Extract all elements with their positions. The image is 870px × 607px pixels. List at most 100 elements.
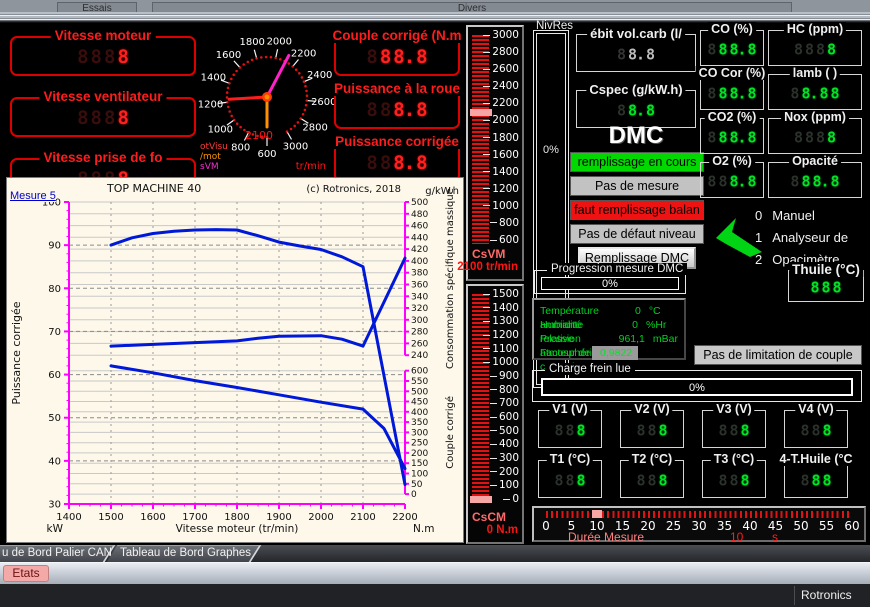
scale2-tick-label: 200 (490, 466, 519, 478)
display-gas-1: HC (ppm)8888 (768, 30, 862, 66)
etats-button[interactable]: Etats (3, 565, 49, 582)
display-v4-label: V4 (V) (795, 402, 836, 416)
display-t2: T2 (°C)888 (620, 460, 684, 498)
ambient-row-1: Humidité relative0%Hr (540, 318, 678, 332)
display-thuile: Thuile (°C)888 (788, 270, 864, 302)
progression-bar: 0% (541, 277, 679, 290)
svg-text:200: 200 (411, 449, 428, 459)
display-t1-label: T1 (°C) (547, 452, 593, 466)
tachometer-gauge: 6008001000120014001600180020002200240026… (196, 25, 338, 177)
duration-tick-label: 25 (666, 519, 681, 533)
svg-text:460: 460 (411, 222, 428, 232)
duration-tick-label: 30 (691, 519, 706, 533)
svg-text:250: 250 (411, 439, 428, 449)
display-gas-7-label: Opacité (789, 154, 841, 168)
display-gas-3: lamb ( )88.88 (768, 74, 862, 110)
display-debit-label: ébit vol.carb (l/ (587, 26, 685, 41)
svg-text:1500: 1500 (98, 512, 123, 523)
duration-tick-label: 40 (742, 519, 757, 533)
display-v2-label: V2 (V) (631, 402, 672, 416)
display-gas-5-label: Nox (ppm) (781, 110, 849, 124)
svg-text:Consommation spécifique massiq: Consommation spécifique massique (444, 188, 456, 369)
power-curve-chart: Mesure 5 3040506070809010014001500160017… (6, 177, 464, 543)
bottom-tab-bar: u de Bord Palier CAN Tableau de Bord Gra… (0, 545, 870, 562)
svg-text:260: 260 (411, 339, 428, 349)
display-gas-1-digits: 8888 (793, 40, 837, 58)
scale2-tick-label: 1300 (483, 315, 519, 327)
svg-text:1200: 1200 (198, 99, 223, 110)
svg-text:80: 80 (48, 284, 61, 295)
svg-text:400: 400 (411, 408, 428, 418)
duration-tick-label: 50 (793, 519, 808, 533)
svg-text:100: 100 (411, 470, 428, 480)
display-right-0: Couple corrigé (N.m888.8 (334, 36, 460, 76)
scale1-tick-label: 800 (490, 217, 519, 229)
display-v2-digits: 888 (635, 421, 668, 439)
svg-text:2200: 2200 (392, 512, 417, 523)
scale1-tick-label: 1000 (483, 200, 519, 212)
scale2-tick-label: 800 (490, 384, 519, 396)
duration-tick-label: 60 (844, 519, 859, 533)
display-gas-4-digits: 888.8 (706, 128, 757, 146)
dmc-status-1: Pas de mesure (570, 176, 704, 196)
svg-text:1800: 1800 (224, 512, 249, 523)
display-gas-4-label: CO2 (%) (705, 110, 760, 124)
display-left-1-digits: 8888 (76, 107, 130, 129)
display-gas-3-digits: 88.88 (789, 84, 840, 102)
duration-value: 10 (730, 530, 743, 544)
svg-text:2400: 2400 (307, 70, 332, 81)
svg-text:50: 50 (411, 480, 423, 490)
display-gas-5-digits: 8888 (793, 128, 837, 146)
scale1-tick-label: 1400 (483, 166, 519, 178)
svg-text:500: 500 (411, 387, 428, 397)
selector-option-1[interactable]: 1Analyseur de (755, 230, 848, 245)
ambient-info-box: Température ambiante0°CHumidité relative… (532, 298, 686, 360)
dmc-status-2: faut remplissage balan (570, 200, 704, 220)
no-torque-limit-indicator: Pas de limitation de couple (694, 345, 862, 365)
scale2-tick-label: 300 (490, 452, 519, 464)
display-gas-5: Nox (ppm)8888 (768, 118, 862, 154)
svg-text:450: 450 (411, 398, 428, 408)
display-v3-label: V3 (V) (713, 402, 754, 416)
display-t3-label: T3 (°C) (711, 452, 757, 466)
scale2-tick-label: 0 (503, 493, 519, 505)
svg-text:sVM: sVM (200, 162, 219, 172)
display-v3-digits: 888 (717, 421, 750, 439)
display-gas-0-digits: 888.8 (706, 40, 757, 58)
display-gas-7: Opacité888.8 (768, 162, 862, 198)
display-left-2-label: Vitesse prise de fo (39, 150, 166, 165)
scale2-tick-label: 1400 (483, 302, 519, 314)
scale1-value: 2100 tr/min (457, 261, 518, 273)
display-right-1-digits: 888.8 (365, 99, 428, 121)
svg-text:60: 60 (48, 370, 61, 381)
svg-text:50: 50 (48, 413, 61, 424)
tab-graphes[interactable]: Tableau de Bord Graphes (112, 545, 256, 562)
display-t3: T3 (°C)888 (702, 460, 766, 498)
display-left-1-label: Vitesse ventilateur (39, 89, 166, 104)
scale1-tick-label: 2800 (483, 46, 519, 58)
cscm-vertical-scale: 1500140013001200110010009008007006005004… (466, 284, 524, 544)
duration-label: Durée Mesure (568, 530, 644, 544)
display-t1: T1 (°C)888 (538, 460, 602, 498)
display-gas-2-digits: 888.8 (706, 84, 757, 102)
scale1-tick-label: 1200 (483, 183, 519, 195)
svg-text:2000: 2000 (308, 512, 333, 523)
display-right-1-label: Puissance à la roue (330, 81, 464, 96)
scale1-tick-label: 2400 (483, 80, 519, 92)
mesure-link[interactable]: Mesure 5 (10, 190, 56, 202)
chart-canvas: 3040506070809010014001500160017001800190… (7, 178, 463, 542)
display-right-2-label: Puissance corrigée (331, 134, 463, 149)
selector-option-0[interactable]: 0Manuel (755, 208, 815, 223)
dashboard-screen: Essais Divers Vitesse moteur8888Vitesse … (0, 0, 870, 607)
display-gas-6-label: O2 (%) (709, 154, 755, 168)
ambient-row-2: Pression atmosphérique961,1mBar (540, 332, 678, 346)
svg-text:1400: 1400 (56, 512, 81, 523)
svg-text:240: 240 (411, 351, 428, 361)
charge-frein-groupbox: Charge frein lue 0% (532, 370, 862, 402)
tab-palier-can[interactable]: u de Bord Palier CAN (0, 545, 110, 562)
display-t4-digits: 888 (799, 471, 832, 489)
scale2-tick-label: 600 (490, 411, 519, 423)
scale1-tick-label: 2000 (483, 114, 519, 126)
svg-text:420: 420 (411, 245, 428, 255)
svg-text:150: 150 (411, 459, 428, 469)
